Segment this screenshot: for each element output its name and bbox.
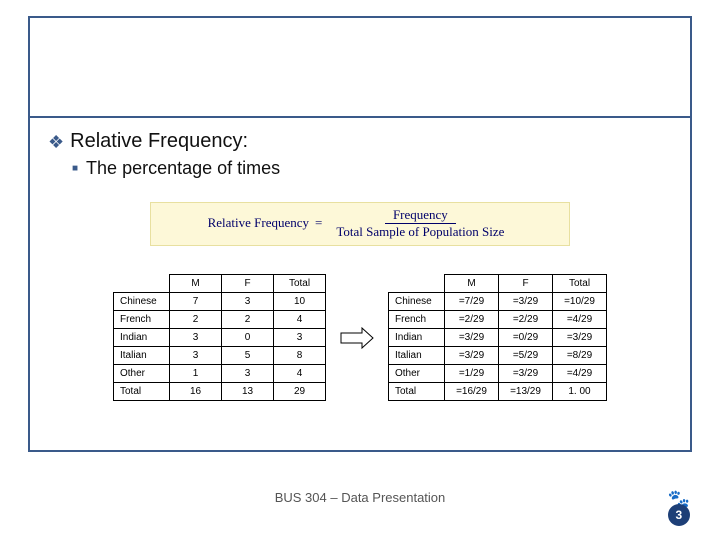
sub-text: The percentage of times bbox=[86, 158, 280, 179]
table-row: Other134 bbox=[114, 365, 326, 383]
tables-row: M F Total Chinese7310 French224 Indian30… bbox=[48, 274, 672, 401]
diamond-bullet-icon: ❖ bbox=[48, 130, 64, 154]
formula-numerator: Frequency bbox=[385, 207, 456, 224]
table-row: French224 bbox=[114, 311, 326, 329]
table-row: French=2/29=2/29=4/29 bbox=[389, 311, 607, 329]
table-row: Chinese7310 bbox=[114, 293, 326, 311]
formula-fraction: Frequency Total Sample of Population Siz… bbox=[328, 207, 512, 239]
header-cell: Total bbox=[553, 275, 607, 293]
page-number: 3 bbox=[668, 504, 690, 526]
header-cell bbox=[389, 275, 445, 293]
table-row: M F Total bbox=[389, 275, 607, 293]
bullet-level2: ■ The percentage of times bbox=[72, 158, 672, 180]
table-row: Chinese=7/29=3/29=10/29 bbox=[389, 293, 607, 311]
heading-text: Relative Frequency: bbox=[70, 130, 248, 153]
relative-frequency-table: M F Total Chinese=7/29=3/29=10/29 French… bbox=[388, 274, 607, 401]
header-cell: F bbox=[499, 275, 553, 293]
slide-frame: ❖ Relative Frequency: ■ The percentage o… bbox=[28, 16, 692, 452]
bullet-level1: ❖ Relative Frequency: bbox=[48, 130, 672, 154]
header-cell: F bbox=[222, 275, 274, 293]
header-cell: M bbox=[445, 275, 499, 293]
formula-box: Relative Frequency = Frequency Total Sam… bbox=[150, 202, 570, 246]
arrow-right-icon bbox=[340, 327, 374, 349]
title-area bbox=[30, 18, 690, 118]
table-row: Indian=3/29=0/29=3/29 bbox=[389, 329, 607, 347]
table-row: Other=1/29=3/29=4/29 bbox=[389, 365, 607, 383]
footer-text: BUS 304 – Data Presentation bbox=[0, 490, 720, 505]
table-row: M F Total bbox=[114, 275, 326, 293]
header-cell bbox=[114, 275, 170, 293]
header-cell: Total bbox=[274, 275, 326, 293]
header-cell: M bbox=[170, 275, 222, 293]
formula-denominator: Total Sample of Population Size bbox=[328, 224, 512, 240]
table-row: Italian=3/29=5/29=8/29 bbox=[389, 347, 607, 365]
frequency-table: M F Total Chinese7310 French224 Indian30… bbox=[113, 274, 326, 401]
square-bullet-icon: ■ bbox=[72, 158, 78, 180]
formula-lhs: Relative Frequency bbox=[208, 215, 309, 231]
page-badge: 🐾 3 bbox=[668, 492, 690, 526]
table-row: Total161329 bbox=[114, 383, 326, 401]
equals-sign: = bbox=[315, 215, 322, 231]
content-area: ❖ Relative Frequency: ■ The percentage o… bbox=[30, 118, 690, 401]
table-row: Total=16/29=13/291. 00 bbox=[389, 383, 607, 401]
table-row: Italian358 bbox=[114, 347, 326, 365]
table-row: Indian303 bbox=[114, 329, 326, 347]
